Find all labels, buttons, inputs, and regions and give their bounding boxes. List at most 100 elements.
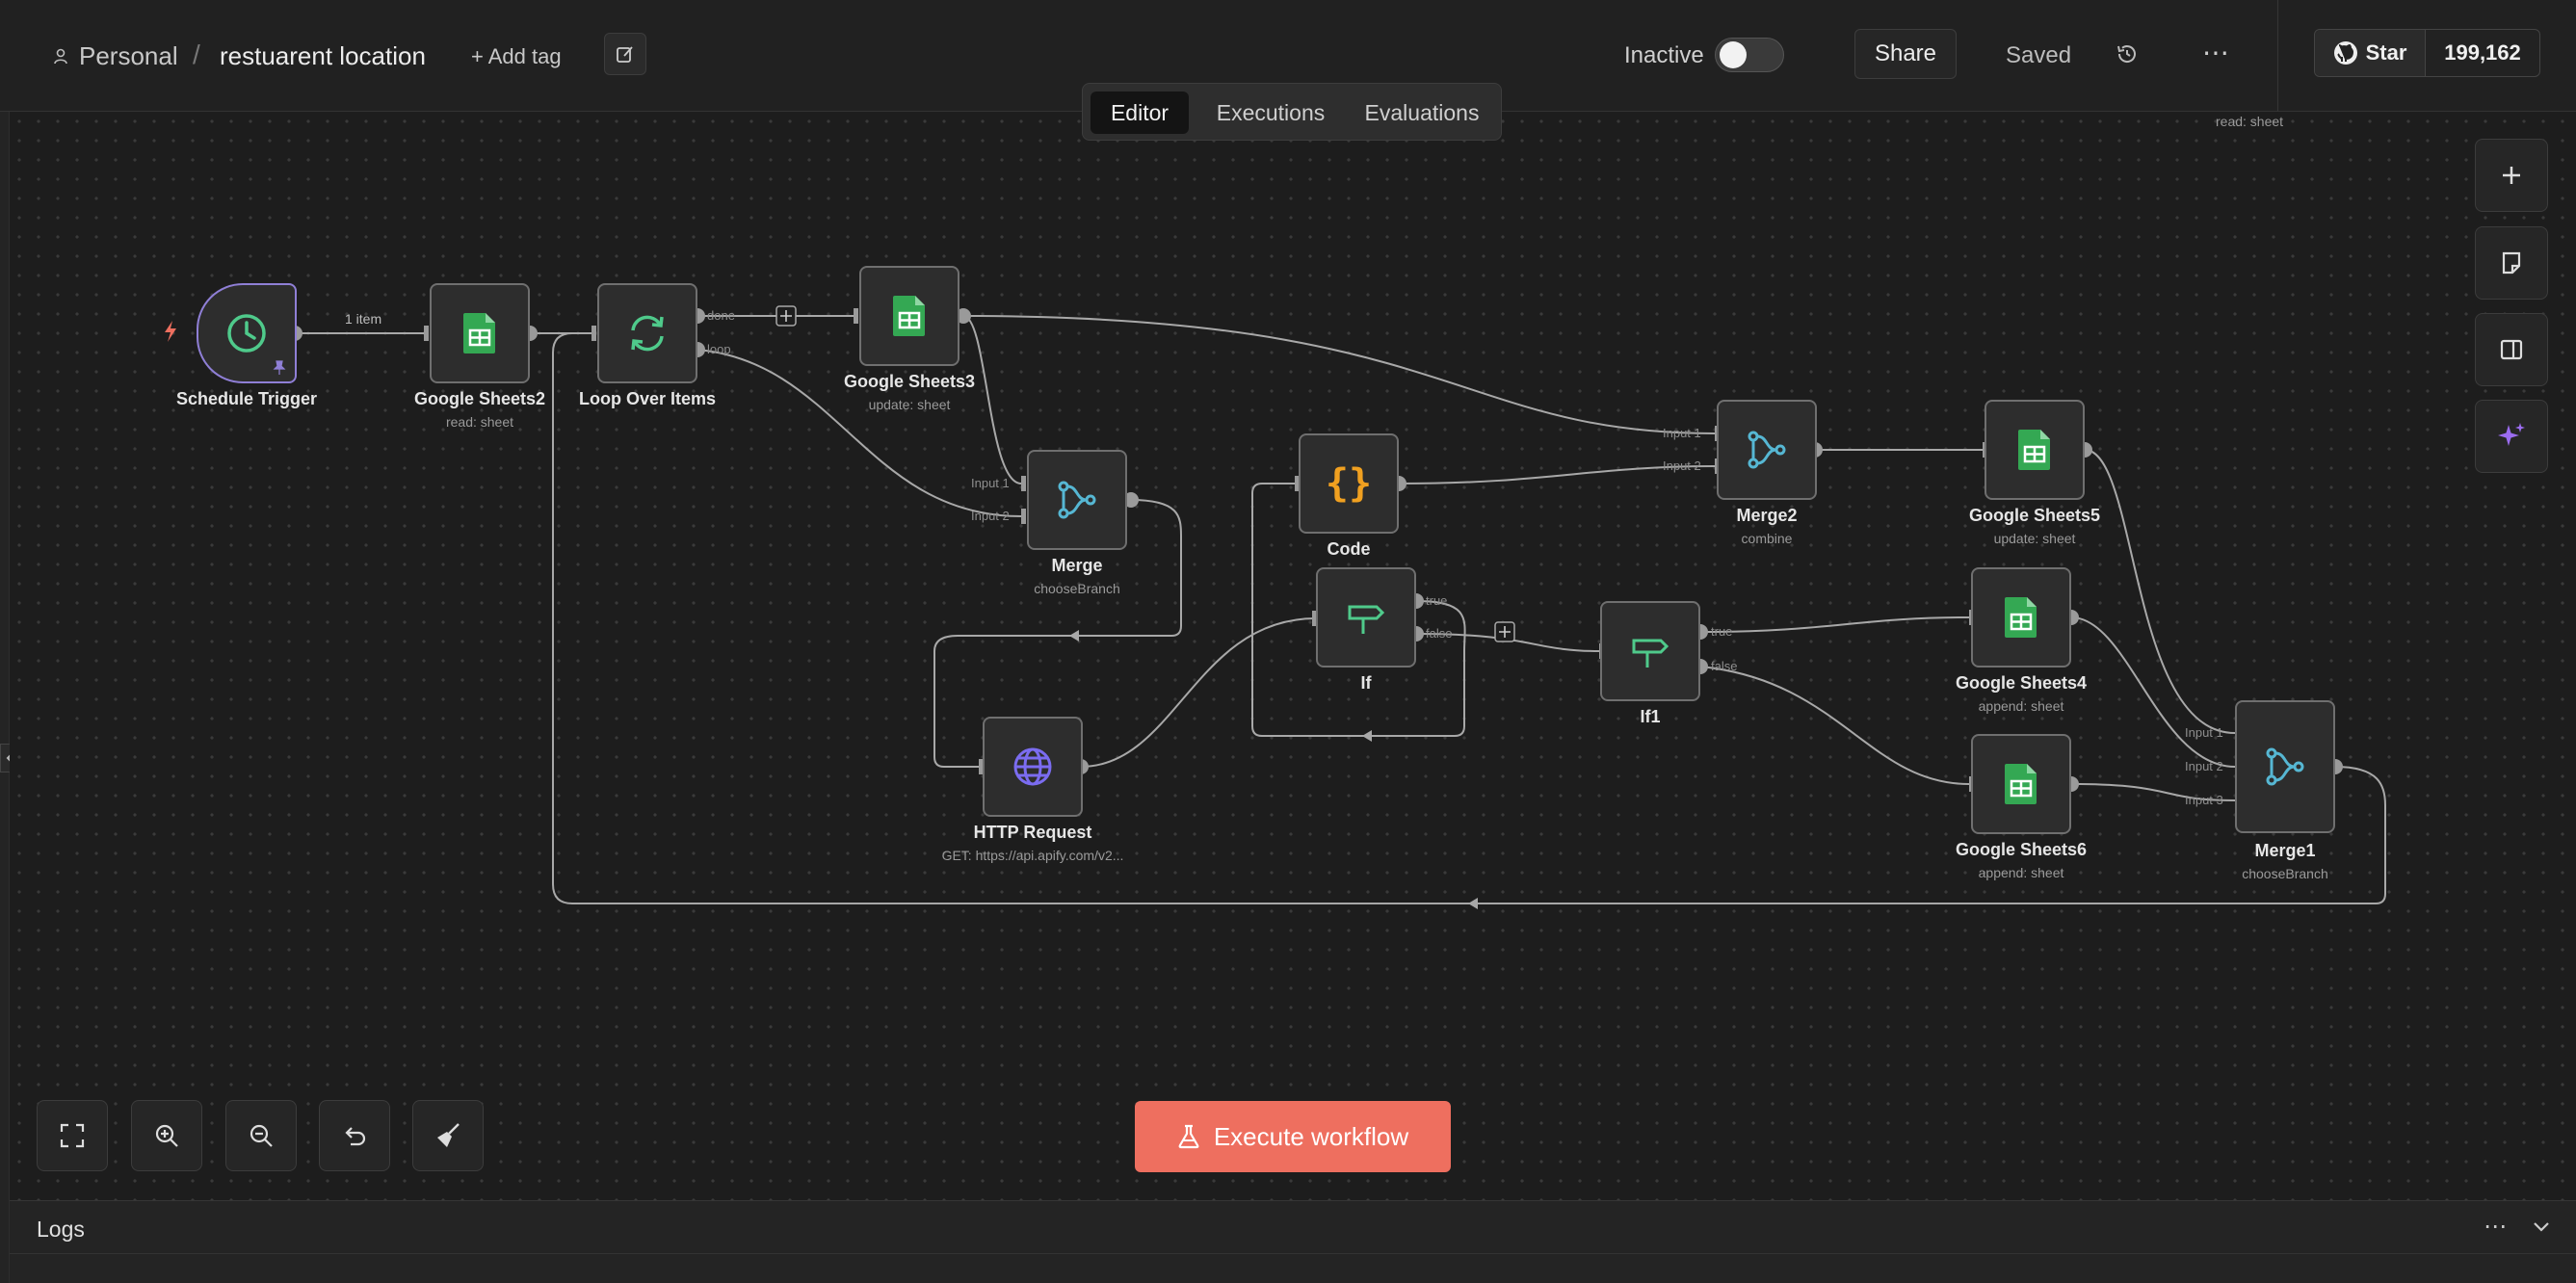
node-google-sheets3-subtitle: update: sheet [868,397,951,412]
node-merge1[interactable] [2235,700,2335,833]
edge-arrow-merge1-loop [1468,898,1478,909]
node-http-request-label: HTTP Request [973,823,1092,842]
node-merge-label: Merge [1051,556,1103,575]
execute-workflow-button[interactable]: Execute workflow [1135,1101,1451,1172]
node-code[interactable]: {} [1299,433,1399,534]
reset-zoom-button[interactable] [319,1100,390,1171]
port-label-merge1-input1: Input 1 [2185,725,2223,740]
node-if[interactable] [1316,567,1416,668]
zoom-in-button[interactable] [131,1100,202,1171]
port-label-merge1-input3: Input 3 [2185,793,2223,807]
header-divider [2277,0,2278,112]
active-toggle[interactable] [1715,38,1784,72]
input-handle[interactable] [591,326,596,341]
node-schedule-trigger-label: Schedule Trigger [175,389,318,408]
input-handle[interactable] [854,308,858,324]
logs-panel[interactable]: Logs ⋯ [10,1200,2576,1283]
github-icon [2333,41,2357,65]
node-google-sheets6-label: Google Sheets6 [1955,840,2088,859]
node-loop-over-items-label: Loop Over Items [578,389,717,408]
port-label-merge1-input2: Input 2 [2185,759,2223,773]
fit-view-button[interactable] [37,1100,108,1171]
merge-icon [1748,431,1786,469]
github-star-button[interactable]: Star 199,162 [2314,29,2540,77]
port-label-if-true: true [1426,593,1448,608]
tab-editor-label: Editor [1110,99,1170,125]
node-if1[interactable] [1600,601,1700,701]
node-schedule-trigger[interactable] [197,283,297,383]
google-sheets-icon [2018,430,2050,470]
node-google-sheets4[interactable] [1971,567,2071,668]
fit-view-icon [60,1123,85,1148]
tab-editor[interactable]: Editor [1091,92,1189,134]
github-star-count: 199,162 [2444,40,2521,65]
edge-merge1-loop-back [552,332,2386,904]
more-options-button[interactable]: ⋯ [2202,37,2229,68]
share-button[interactable]: Share [1854,29,1957,79]
zoom-out-button[interactable] [225,1100,297,1171]
node-merge1-subtitle: chooseBranch [2242,866,2328,881]
if-icon [1348,605,1385,634]
globe-icon [1013,747,1052,786]
trigger-bolt-icon [165,321,176,342]
node-loop-over-items[interactable] [597,283,697,383]
tab-executions[interactable]: Executions [1198,92,1343,134]
share-label: Share [1874,40,1937,66]
add-sticky-note-button[interactable] [2475,226,2548,300]
input-handle[interactable] [424,326,429,341]
node-google-sheets4-subtitle: append: sheet [1978,698,2064,714]
toggle-panel-button[interactable] [2475,313,2548,386]
add-node-panel-button[interactable] [2475,139,2548,212]
logs-more-button[interactable]: ⋯ [2484,1213,2507,1241]
tab-executions-label: Executions [1216,99,1326,125]
chevron-down-icon[interactable] [2532,1220,2551,1234]
connections-layer [287,305,2386,909]
edge-sheets3-merge2 [962,315,1716,434]
node-google-sheets2-subtitle: read: sheet [445,414,514,430]
edge-item-count-label: 1 item [345,311,382,327]
node-merge1-label: Merge1 [2254,841,2316,860]
workflow-canvas[interactable]: 1 item done loop Input 1 Input 2 true fa… [10,112,2576,1200]
input-handle[interactable] [1021,509,1026,524]
broom-icon [437,1123,460,1147]
active-status-label: Inactive [1624,42,1704,68]
logs-title: Logs [37,1217,85,1242]
node-google-sheets6[interactable] [1971,734,2071,834]
node-google-sheets5-label: Google Sheets5 [1968,506,2101,525]
input-handle[interactable] [1021,476,1026,491]
toggle-knob [1720,41,1747,68]
execute-workflow-label: Execute workflow [1213,1121,1409,1151]
tab-evaluations[interactable]: Evaluations [1349,92,1495,134]
node-google-sheets2[interactable] [430,283,530,383]
port-label-if1-false: false [1711,659,1738,673]
undo-icon [345,1127,366,1146]
node-google-sheets5[interactable] [1985,400,2085,500]
clock-icon [227,314,266,353]
workflow-name[interactable]: restuarent location [220,41,426,71]
node-http-request[interactable] [983,717,1083,817]
breadcrumb-separator: / [193,39,200,69]
node-merge[interactable] [1027,450,1127,550]
google-sheets-icon [463,313,495,353]
pin-icon [273,360,286,375]
zoom-in-icon [155,1124,178,1147]
panel-icon [2500,339,2523,360]
breadcrumb-owner[interactable]: Personal [79,41,178,71]
node-google-sheets3[interactable] [859,266,959,366]
add-tag-button[interactable]: + Add tag [471,44,562,69]
edit-description-button[interactable] [604,33,646,75]
view-tabs: Editor Executions Evaluations [1082,83,1502,141]
history-icon[interactable] [2116,42,2139,65]
tidy-up-button[interactable] [412,1100,484,1171]
n8n-app: Personal / restuarent location + Add tag… [0,0,2576,1283]
ai-assistant-button[interactable] [2475,400,2548,473]
edge-arrow-if-loop [1362,730,1372,742]
node-merge-subtitle: chooseBranch [1034,581,1120,596]
github-star-segment[interactable]: Star [2315,30,2426,76]
node-merge2[interactable] [1717,400,1817,500]
port-label-if1-true: true [1711,624,1733,639]
sparkle-icon [2498,423,2525,446]
logs-divider [10,1253,2576,1254]
loop-icon [631,315,664,352]
google-sheets-icon [893,296,925,336]
